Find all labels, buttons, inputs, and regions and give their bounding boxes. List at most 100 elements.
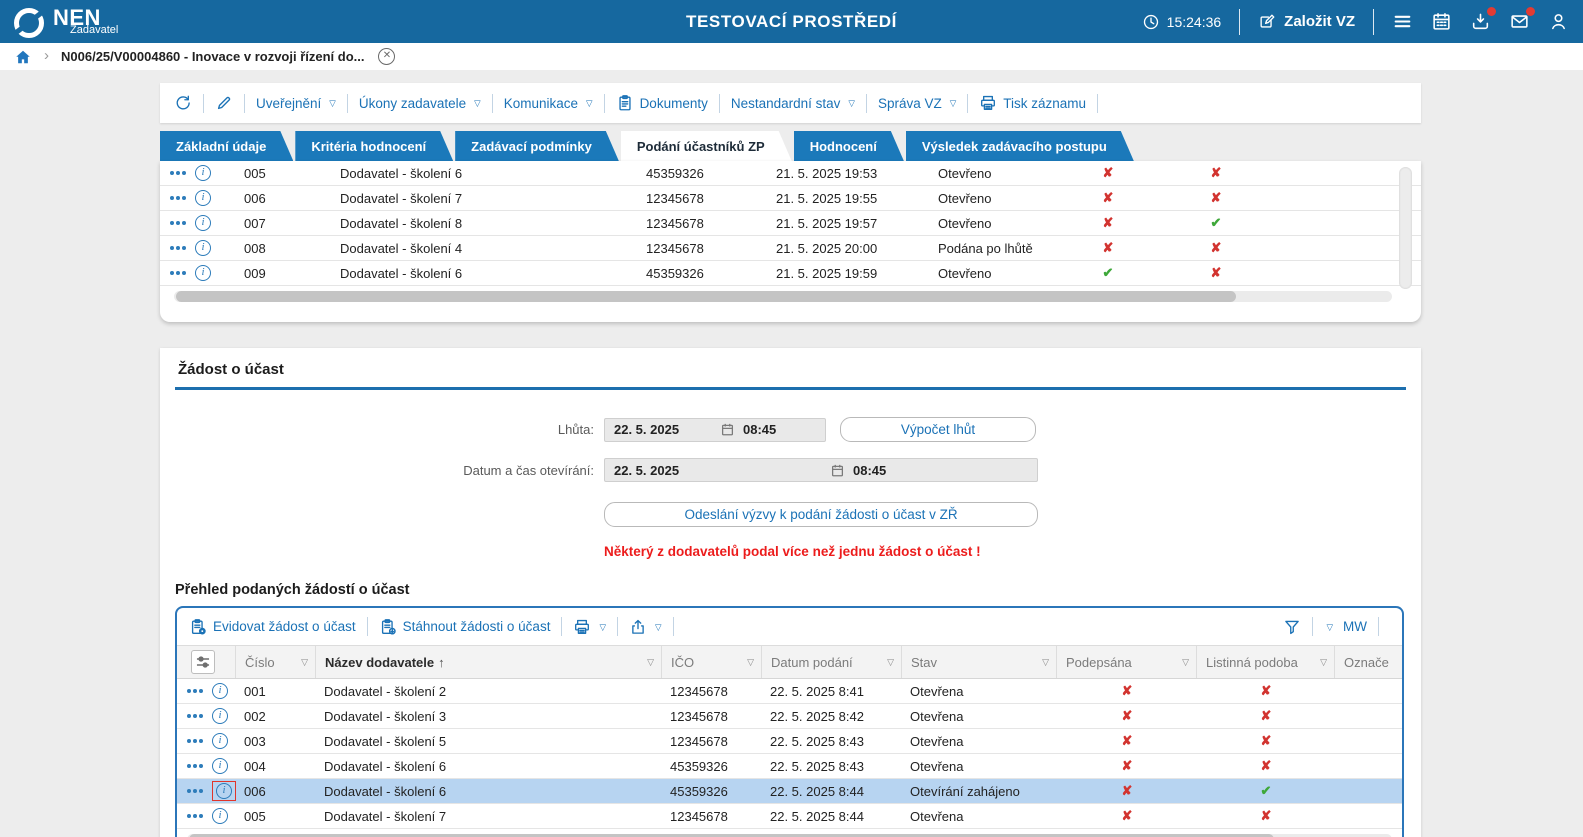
menu-nestandardni-stav[interactable]: Nestandardní stav▽: [731, 96, 855, 111]
column-header-6[interactable]: Podepsána▽: [1057, 646, 1197, 678]
row-menu-icon[interactable]: [187, 714, 203, 718]
nen-logo[interactable]: NEN Zadavatel: [14, 5, 101, 38]
menu-ukony-zadavatele[interactable]: Úkony zadavatele▽: [359, 96, 481, 111]
download-requests-button[interactable]: Stáhnout žádosti o účast: [379, 618, 551, 636]
header-divider: [1239, 9, 1240, 35]
vertical-scrollbar[interactable]: [1399, 167, 1412, 289]
table-row[interactable]: i006Dodavatel - školení 71234567821. 5. …: [160, 186, 1421, 211]
deadline-time-value[interactable]: 08:45: [735, 422, 776, 437]
info-icon[interactable]: i: [212, 708, 228, 724]
table-row[interactable]: i009Dodavatel - školení 64535932621. 5. …: [160, 261, 1421, 286]
column-header-4[interactable]: Datum podání▽: [762, 646, 902, 678]
create-vz-button[interactable]: Založit VZ: [1258, 13, 1355, 31]
row-menu-icon[interactable]: [187, 739, 203, 743]
table-row[interactable]: i004Dodavatel - školení 64535932622. 5. …: [177, 754, 1402, 779]
cell-ico: 45359326: [662, 779, 762, 803]
row-menu-icon[interactable]: [170, 271, 186, 275]
row-menu-icon[interactable]: [187, 764, 203, 768]
tab-2[interactable]: Kritéria hodnocení: [295, 131, 453, 161]
breadcrumb-item[interactable]: N006/25/V00004860 - Inovace v rozvoji ří…: [61, 49, 364, 64]
filter-caret-icon[interactable]: ▽: [647, 657, 654, 668]
view-mode-selector[interactable]: ▽MW: [1324, 619, 1367, 634]
register-request-button[interactable]: Evidovat žádost o účast: [189, 618, 356, 636]
table-row[interactable]: i003Dodavatel - školení 51234567822. 5. …: [177, 729, 1402, 754]
table-row[interactable]: i008Dodavatel - školení 41234567821. 5. …: [160, 236, 1421, 261]
info-icon[interactable]: i: [195, 240, 211, 256]
tab-4[interactable]: Podání účastníků ZP: [621, 131, 792, 161]
row-menu-icon[interactable]: [187, 814, 203, 818]
menu-button[interactable]: [1392, 11, 1413, 32]
column-header-7[interactable]: Listinná podoba▽: [1197, 646, 1335, 678]
refresh-icon: [174, 94, 192, 112]
info-icon[interactable]: i: [195, 215, 211, 231]
home-button[interactable]: [14, 48, 32, 66]
clock: 15:24:36: [1142, 13, 1222, 31]
close-icon[interactable]: ✕: [378, 48, 395, 65]
tab-5[interactable]: Hodnocení: [794, 131, 904, 161]
opening-time-value[interactable]: 08:45: [845, 463, 886, 478]
deadline-field[interactable]: 22. 5. 2025 08:45: [604, 418, 826, 442]
row-menu-icon[interactable]: [187, 689, 203, 693]
column-header-8[interactable]: Označe: [1335, 646, 1402, 678]
table-row[interactable]: i006Dodavatel - školení 64535932622. 5. …: [177, 779, 1402, 804]
info-icon[interactable]: i: [212, 808, 228, 824]
menu-sprava-vz[interactable]: Správa VZ▽: [878, 96, 956, 111]
filter-caret-icon[interactable]: ▽: [1182, 657, 1189, 668]
info-icon[interactable]: i: [195, 190, 211, 206]
downloads-button[interactable]: [1470, 11, 1491, 32]
menu-dokumenty[interactable]: Dokumenty: [616, 94, 708, 112]
menu-komunikace[interactable]: Komunikace▽: [504, 96, 593, 111]
calendar-icon[interactable]: [720, 422, 735, 437]
row-menu-icon[interactable]: [170, 221, 186, 225]
filter-caret-icon[interactable]: ▽: [301, 657, 308, 668]
deadline-date-value[interactable]: 22. 5. 2025: [605, 422, 720, 437]
tab-1[interactable]: Základní údaje: [160, 131, 293, 161]
calc-deadlines-button[interactable]: Výpočet lhůt: [840, 417, 1036, 442]
info-icon[interactable]: i: [216, 783, 232, 799]
column-settings-button[interactable]: [191, 650, 215, 674]
table-row[interactable]: i005Dodavatel - školení 64535932621. 5. …: [160, 161, 1421, 186]
cross-icon: ✘: [1261, 733, 1272, 749]
column-label: Stav: [911, 655, 1042, 670]
print-table-button[interactable]: ▽: [573, 618, 606, 636]
filter-caret-icon[interactable]: ▽: [1320, 657, 1327, 668]
scrollbar-thumb[interactable]: [176, 291, 1236, 302]
tab-6[interactable]: Výsledek zadávacího postupu: [906, 131, 1134, 161]
filter-button[interactable]: [1283, 618, 1301, 636]
filter-caret-icon[interactable]: ▽: [747, 657, 754, 668]
info-icon[interactable]: i: [212, 733, 228, 749]
info-icon[interactable]: i: [195, 165, 211, 181]
opening-date-value[interactable]: 22. 5. 2025: [605, 463, 830, 478]
edit-record-button[interactable]: [215, 94, 233, 112]
filter-caret-icon[interactable]: ▽: [887, 657, 894, 668]
calendar-button[interactable]: [1431, 11, 1452, 32]
row-menu-icon[interactable]: [170, 246, 186, 250]
column-header-5[interactable]: Stav▽: [902, 646, 1057, 678]
tab-3[interactable]: Zadávací podmínky: [455, 131, 619, 161]
user-button[interactable]: [1548, 11, 1569, 32]
table-row[interactable]: i005Dodavatel - školení 71234567822. 5. …: [177, 804, 1402, 829]
messages-button[interactable]: [1509, 11, 1530, 32]
filter-caret-icon[interactable]: ▽: [1042, 657, 1049, 668]
table-row[interactable]: i007Dodavatel - školení 81234567821. 5. …: [160, 211, 1421, 236]
print-record-button[interactable]: Tisk záznamu: [979, 94, 1086, 112]
send-invitation-button[interactable]: Odeslání výzvy k podání žádosti o účast …: [604, 502, 1038, 527]
info-icon[interactable]: i: [212, 758, 228, 774]
info-icon[interactable]: i: [195, 265, 211, 281]
calendar-icon[interactable]: [830, 463, 845, 478]
row-menu-icon[interactable]: [187, 789, 203, 793]
column-header-3[interactable]: IČO▽: [662, 646, 762, 678]
horizontal-scrollbar[interactable]: [174, 291, 1392, 302]
menu-uverejneni[interactable]: Uveřejnění▽: [256, 96, 336, 111]
export-button[interactable]: ▽: [629, 618, 662, 636]
cell-number: 009: [236, 261, 332, 285]
info-icon[interactable]: i: [212, 683, 228, 699]
refresh-button[interactable]: [174, 94, 192, 112]
column-header-2[interactable]: Název dodavatele↑▽: [316, 646, 662, 678]
row-menu-icon[interactable]: [170, 171, 186, 175]
column-header-1[interactable]: Číslo▽: [236, 646, 316, 678]
row-menu-icon[interactable]: [170, 196, 186, 200]
opening-field[interactable]: 22. 5. 2025 08:45: [604, 458, 1038, 482]
table-row[interactable]: i001Dodavatel - školení 21234567822. 5. …: [177, 679, 1402, 704]
table-row[interactable]: i002Dodavatel - školení 31234567822. 5. …: [177, 704, 1402, 729]
